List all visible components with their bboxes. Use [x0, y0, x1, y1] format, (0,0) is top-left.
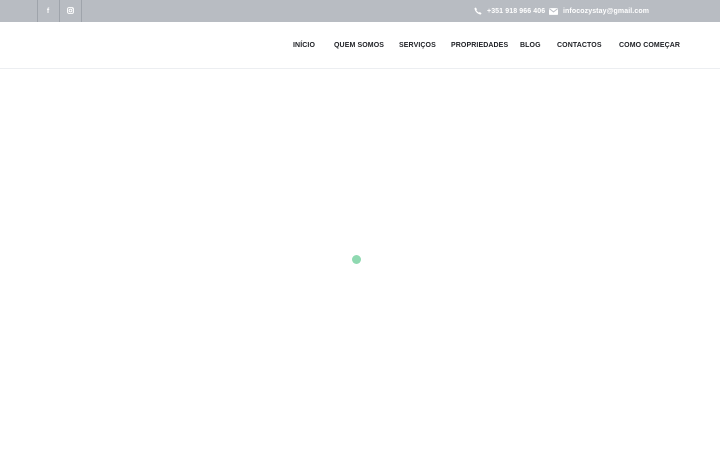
nav-item-como-comecar[interactable]: COMO COMEÇAR: [619, 22, 680, 68]
email-address: infocozystay@gmail.com: [563, 7, 650, 15]
instagram-link[interactable]: [59, 0, 81, 22]
nav-item-propriedades[interactable]: PROPRIEDADES: [451, 22, 508, 68]
nav-item-quem-somos[interactable]: QUEM SOMOS: [334, 22, 384, 68]
nav-item-servicos[interactable]: SERVIÇOS: [399, 22, 436, 68]
instagram-icon: [66, 6, 74, 16]
divider: [81, 0, 82, 22]
facebook-icon: f: [46, 7, 50, 15]
main-header: INÍCIO QUEM SOMOS SERVIÇOS PROPRIEDADES …: [0, 22, 720, 69]
nav-item-inicio[interactable]: INÍCIO: [293, 22, 315, 68]
envelope-icon: [549, 7, 558, 15]
nav-item-contactos[interactable]: CONTACTOS: [557, 22, 602, 68]
email-link[interactable]: infocozystay@gmail.com: [549, 0, 649, 22]
top-bar: f +351 918 966 406 infocozystay@gmail.co: [0, 0, 720, 22]
loading-spinner: [352, 255, 361, 264]
facebook-link[interactable]: f: [37, 0, 59, 22]
phone-link[interactable]: +351 918 966 406: [474, 0, 545, 22]
phone-number: +351 918 966 406: [487, 7, 546, 15]
nav-item-blog[interactable]: BLOG: [520, 22, 541, 68]
phone-icon: [474, 7, 482, 15]
